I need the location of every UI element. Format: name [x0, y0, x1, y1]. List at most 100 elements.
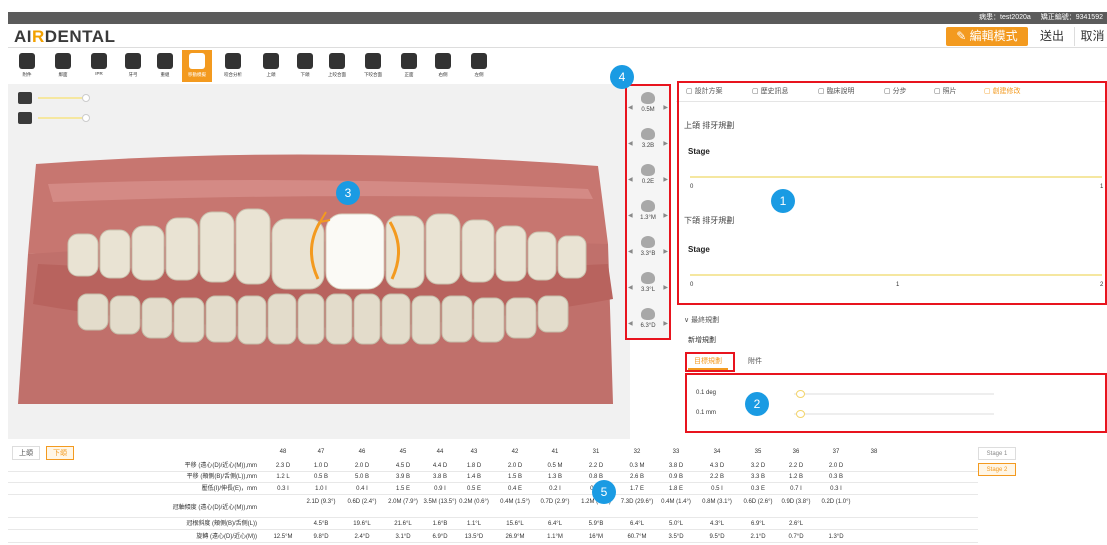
table-cell: 0.6D (2.6°) — [743, 499, 773, 505]
arch-icon — [125, 53, 141, 69]
table-cell: 2.1°D — [750, 534, 766, 540]
callout-badge-3: 3 — [336, 181, 360, 205]
table-cell: 0.6D (2.4°) — [347, 499, 377, 505]
stage-item[interactable]: Stage 2 — [978, 463, 1016, 476]
tool-grid[interactable]: 鄰面 — [48, 50, 78, 82]
row-label: 冠軸傾度 (遠心(D)/近心(M)),mm — [172, 505, 257, 511]
tooth-number-header: 47 — [317, 449, 325, 455]
table-cell: 0.7°D — [788, 534, 804, 540]
callout-badge-2: 2 — [745, 392, 769, 416]
row-label: 旋轉 (遠心(D)/近心(M)) — [196, 534, 257, 540]
tool-label: 上咬合面 — [327, 72, 346, 78]
submit-button[interactable]: 送出 — [1034, 27, 1070, 46]
tool-move[interactable]: 移動模擬 — [182, 50, 212, 82]
row-label: 壓低(I)/伸長(E)，mm — [201, 486, 257, 492]
table-cell: 7.3D (29.6°) — [620, 499, 654, 505]
tool-attachment[interactable]: 附件 — [12, 50, 42, 82]
tool-label: 咬合分析 — [223, 72, 242, 78]
edit-mode-button[interactable]: ✎ 編輯模式 — [946, 27, 1028, 46]
rebuild-icon — [157, 53, 173, 69]
tooth-number-header: 37 — [832, 449, 840, 455]
table-cell: 2.1D (9.3°) — [306, 499, 336, 505]
callout-badge-4: 4 — [610, 65, 634, 89]
table-cell: 5.9°B — [588, 521, 604, 527]
dental-model[interactable] — [8, 84, 630, 439]
tooth-number-header: 48 — [279, 449, 287, 455]
table-row: 壓低(I)/伸長(E)，mm 0.3 I 1.0 I 0.4 I 1.5 E 0.9 I0… — [8, 484, 978, 495]
cancel-button[interactable]: 取消 — [1074, 27, 1107, 46]
table-cell: 0.4 E — [507, 486, 522, 492]
table-row: 平移 (頰側(B)/舌側(L)),mm 1.2 L 0.5 B 5.0 B 3.9 B 3… — [8, 472, 978, 483]
tooth-number-header: 34 — [713, 449, 721, 455]
new-plan-label: 新增規劃 — [688, 337, 716, 344]
table-cell: 2.4°D — [354, 534, 370, 540]
table-cell — [854, 472, 894, 483]
table-cell: 2.3 D — [275, 463, 291, 469]
row-label: 冠根斜度 (頰側(B)/舌側(L)) — [186, 521, 257, 527]
tool-upper-jaw[interactable]: 上頜 — [256, 50, 286, 82]
table-cell: 13.5°D — [464, 534, 484, 540]
final-plan-toggle[interactable]: ∨ 最終規劃 — [684, 315, 719, 325]
table-cell: 0.4M (1.5°) — [500, 499, 530, 505]
tool-label: 鄰面 — [58, 72, 68, 78]
table-cell — [854, 498, 894, 518]
table-cell: 0.9 B — [668, 474, 683, 480]
table-cell: 26.9°M — [505, 534, 525, 540]
table-cell: 1.4 B — [466, 474, 481, 480]
tooth-number-header: 35 — [754, 449, 762, 455]
tool-ipr[interactable]: IPR — [84, 50, 114, 82]
table-cell — [263, 519, 303, 530]
table-cell: 3.2 D — [750, 463, 766, 469]
table-cell: 0.3 I — [830, 486, 842, 492]
table-cell: 3.1°D — [395, 534, 411, 540]
table-cell: 0.3 I — [277, 486, 289, 492]
row-label: 平移 (頰側(B)/舌側(L)),mm — [186, 474, 257, 480]
highlight-box-4 — [625, 84, 671, 340]
table-cell: 2.6°L — [788, 521, 804, 527]
grid-icon — [55, 53, 71, 69]
attachment-icon — [19, 53, 35, 69]
table-cell: 0.9D (3.8°) — [781, 499, 811, 505]
table-cell: 4.5 D — [395, 463, 411, 469]
table-cell: 21.6°L — [394, 521, 412, 527]
tooth-number-header: 33 — [672, 449, 680, 455]
table-cell: 5.0 B — [354, 474, 369, 480]
tooth-number-header: 38 — [870, 449, 878, 455]
app-header: AIRDENTAL ✎ 編輯模式 送出 取消 — [8, 24, 1107, 48]
left-view-icon — [471, 53, 487, 69]
occlusion-icon — [225, 53, 241, 69]
table-cell: 4.3 D — [709, 463, 725, 469]
tool-rebuild[interactable]: 重組 — [150, 50, 180, 82]
tool-front-view[interactable]: 正面 — [394, 50, 424, 82]
table-cell: 0.5 I — [711, 486, 723, 492]
tool-label: 左側 — [474, 72, 484, 78]
tool-occlusion[interactable]: 咬合分析 — [218, 50, 248, 82]
tab-attachment[interactable]: 附件 — [748, 356, 762, 366]
tool-right-view[interactable]: 右側 — [428, 50, 458, 82]
stage-item[interactable]: Stage 1 — [978, 447, 1016, 460]
table-cell: 3.8 D — [668, 463, 684, 469]
table-cell: 1.5 B — [507, 474, 522, 480]
table-cell: 12.5°M — [273, 534, 293, 540]
tool-label: 牙弓 — [128, 72, 138, 78]
table-cell — [854, 484, 894, 495]
table-cell: 2.0M (7.9°) — [388, 499, 418, 505]
upper-jaw-icon — [263, 53, 279, 69]
tool-lower-occlusal[interactable]: 下咬合面 — [358, 50, 388, 82]
highlight-box-1 — [677, 81, 1107, 305]
tool-lower-jaw[interactable]: 下頜 — [290, 50, 320, 82]
tool-label: 重組 — [160, 72, 170, 78]
tool-upper-occlusal[interactable]: 上咬合面 — [322, 50, 352, 82]
tool-left-view[interactable]: 左側 — [464, 50, 494, 82]
table-cell: 3.5°D — [668, 534, 684, 540]
table-cell: 2.0 D — [828, 463, 844, 469]
move-icon — [189, 53, 205, 69]
table-cell: 6.4°L — [629, 521, 645, 527]
tool-arch[interactable]: 牙弓 — [118, 50, 148, 82]
table-cell: 1.2 B — [788, 474, 803, 480]
table-cell: 4.5°B — [313, 521, 329, 527]
table-cell: 0.2M (0.6°) — [459, 499, 489, 505]
table-cell: 3.3 B — [750, 474, 765, 480]
3d-viewport[interactable] — [8, 84, 630, 439]
right-view-icon — [435, 53, 451, 69]
